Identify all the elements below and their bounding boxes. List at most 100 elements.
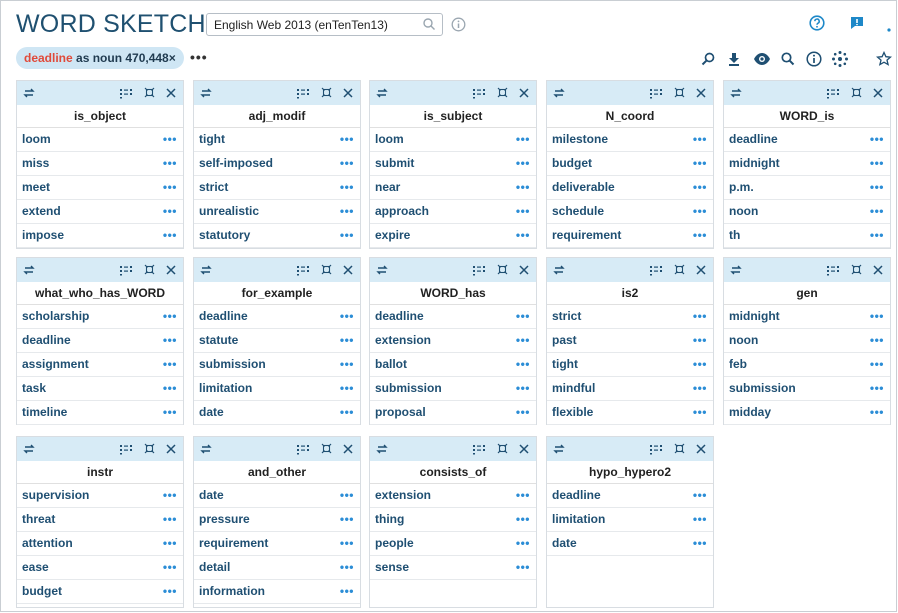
expand-icon[interactable]	[143, 442, 156, 460]
collocation-item[interactable]: strict •••	[194, 176, 360, 200]
collocation-word[interactable]: supervision	[22, 488, 89, 502]
corpus-selector[interactable]: English Web 2013 (enTenTen13)	[206, 13, 443, 36]
more-options-button[interactable]: •••	[693, 200, 707, 223]
more-options-button[interactable]: •••	[516, 128, 530, 151]
more-options-button[interactable]: •••	[340, 484, 354, 507]
collocation-word[interactable]: loom	[375, 132, 404, 146]
collocation-item[interactable]: date •••	[194, 401, 360, 425]
collocation-word[interactable]: tight	[552, 357, 578, 371]
more-options-button[interactable]: •••	[163, 484, 177, 507]
collocation-item[interactable]: unrealistic •••	[194, 200, 360, 224]
more-options-button[interactable]: •••	[870, 401, 884, 424]
more-options-button[interactable]: •••	[163, 377, 177, 400]
collocation-item[interactable]: midday •••	[724, 401, 890, 425]
collocation-word[interactable]: loom	[22, 132, 51, 146]
more-options-button[interactable]: •••	[163, 305, 177, 328]
more-options-button[interactable]: •••	[340, 152, 354, 175]
swap-icon[interactable]	[553, 86, 565, 104]
search-icon[interactable]	[422, 17, 436, 36]
collocation-word[interactable]: submission	[375, 381, 442, 395]
swap-icon[interactable]	[200, 86, 212, 104]
collocation-word[interactable]: date	[199, 405, 224, 419]
collocation-word[interactable]: strict	[199, 180, 228, 194]
more-options-button[interactable]: •••	[516, 532, 530, 555]
more-options-button[interactable]: •••	[693, 484, 707, 507]
collocation-item[interactable]: statutory •••	[194, 224, 360, 248]
more-options-button[interactable]: •••	[870, 128, 884, 151]
collocation-item[interactable]: assignment •••	[17, 353, 183, 377]
collocation-word[interactable]: meet	[22, 180, 50, 194]
collocation-item[interactable]: impose •••	[17, 224, 183, 248]
more-options-button[interactable]: •••	[340, 224, 354, 247]
collocation-word[interactable]: submission	[729, 381, 796, 395]
collocation-word[interactable]: deadline	[729, 132, 778, 146]
collocation-word[interactable]: date	[552, 536, 577, 550]
more-options-button[interactable]: •••	[693, 353, 707, 376]
collocation-word[interactable]: people	[375, 536, 414, 550]
view-icon[interactable]	[752, 49, 772, 69]
expand-icon[interactable]	[143, 86, 156, 104]
swap-icon[interactable]	[553, 442, 565, 460]
collocation-word[interactable]: midnight	[729, 156, 780, 170]
close-icon[interactable]	[342, 442, 354, 460]
more-options-button[interactable]: •••	[516, 508, 530, 531]
collocation-item[interactable]: submission •••	[370, 377, 536, 401]
collocation-word[interactable]: tight	[199, 132, 225, 146]
collocation-item[interactable]: deadline •••	[724, 128, 890, 152]
collocation-item[interactable]: attention •••	[17, 532, 183, 556]
expand-icon[interactable]	[850, 86, 863, 104]
collocation-item[interactable]: deliverable •••	[547, 176, 713, 200]
collocation-item[interactable]: thing •••	[370, 508, 536, 532]
collocation-word[interactable]: deadline	[375, 309, 424, 323]
collocation-word[interactable]: requirement	[199, 536, 268, 550]
collocation-word[interactable]: expire	[375, 228, 410, 242]
more-options-button[interactable]: •••	[340, 353, 354, 376]
close-icon[interactable]	[872, 263, 884, 281]
close-icon[interactable]	[342, 263, 354, 281]
info-icon[interactable]	[804, 49, 824, 69]
more-options-button[interactable]: •••	[693, 329, 707, 352]
collocation-word[interactable]: scholarship	[22, 309, 89, 323]
collocation-word[interactable]: budget	[552, 156, 592, 170]
collocation-word[interactable]: statutory	[199, 228, 250, 242]
more-options-button[interactable]: •••	[340, 128, 354, 151]
more-options-button[interactable]: •••	[340, 176, 354, 199]
collocation-word[interactable]: unrealistic	[199, 204, 259, 218]
expand-icon[interactable]	[320, 442, 333, 460]
collocation-word[interactable]: ballot	[375, 357, 407, 371]
collocation-word[interactable]: miss	[22, 156, 49, 170]
more-options-button[interactable]: •••	[340, 401, 354, 424]
collocation-item[interactable]: loom •••	[17, 128, 183, 152]
collocation-item[interactable]: ease •••	[17, 556, 183, 580]
expand-icon[interactable]	[673, 263, 686, 281]
collocation-item[interactable]: midnight •••	[724, 152, 890, 176]
more-options-button[interactable]: •••	[516, 353, 530, 376]
collocation-word[interactable]: requirement	[552, 228, 621, 242]
more-options-button[interactable]: •••	[340, 580, 354, 603]
collocation-item[interactable]: information •••	[194, 580, 360, 604]
collocation-item[interactable]: tight •••	[194, 128, 360, 152]
more-options-button[interactable]: •••	[693, 377, 707, 400]
more-options-button[interactable]: •••	[693, 401, 707, 424]
close-icon[interactable]	[342, 86, 354, 104]
more-options-button[interactable]: •••	[870, 329, 884, 352]
collocation-word[interactable]: assignment	[22, 357, 89, 371]
more-options-button[interactable]: •••	[870, 353, 884, 376]
expand-icon[interactable]	[320, 86, 333, 104]
more-options-button[interactable]: •••	[163, 200, 177, 223]
more-options-button[interactable]: •••	[163, 556, 177, 579]
collocation-word[interactable]: approach	[375, 204, 429, 218]
collocation-item[interactable]: self-imposed •••	[194, 152, 360, 176]
more-options-button[interactable]: •••	[340, 556, 354, 579]
column-settings-icon[interactable]	[296, 442, 310, 460]
collocation-word[interactable]: thing	[375, 512, 404, 526]
collocation-word[interactable]: strict	[552, 309, 581, 323]
collocation-word[interactable]: self-imposed	[199, 156, 273, 170]
collocation-item[interactable]: pressure •••	[194, 508, 360, 532]
expand-icon[interactable]	[496, 86, 509, 104]
collocation-item[interactable]: statute •••	[194, 329, 360, 353]
close-icon[interactable]	[695, 86, 707, 104]
column-settings-icon[interactable]	[649, 442, 663, 460]
column-settings-icon[interactable]	[119, 86, 133, 104]
column-settings-icon[interactable]	[296, 86, 310, 104]
